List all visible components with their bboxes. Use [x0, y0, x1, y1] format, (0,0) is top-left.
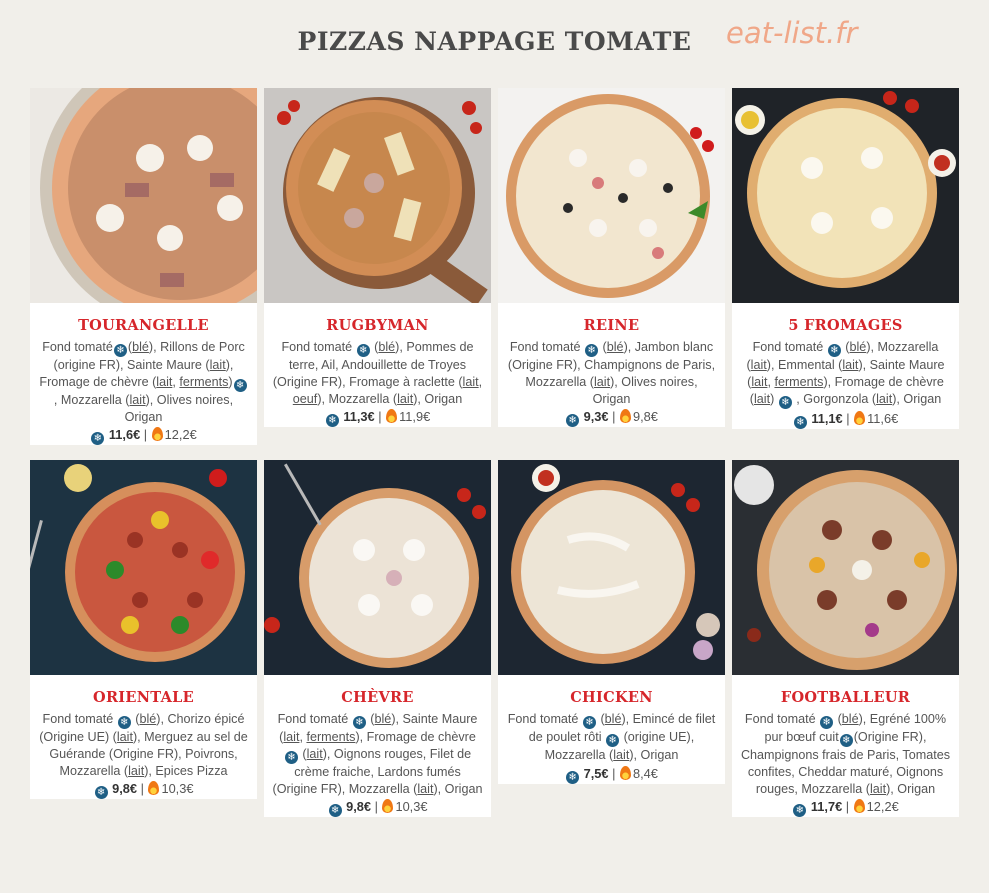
- flame-icon: [620, 765, 631, 780]
- price-hot: 9,8€: [633, 409, 658, 425]
- pizza-card-tourangelle[interactable]: TOURANGELLE Fond tomaté ❄ (blé), Rillons d…: [30, 88, 257, 446]
- pizza-photo: [264, 460, 491, 675]
- pizza-description: Fond tomaté ❄ (blé), Emincé de filet de …: [507, 712, 716, 762]
- snowflake-icon: ❄: [793, 804, 807, 818]
- pizza-photo: [732, 88, 959, 303]
- pizza-photo: [732, 460, 959, 675]
- pizza-photo: [498, 88, 725, 303]
- flame-icon: [854, 410, 866, 425]
- price-frozen: 11,7€: [810, 799, 843, 815]
- pizza-card-reine[interactable]: REINE Fond tomaté ❄ (blé), Jambon blanc …: [498, 88, 725, 428]
- price-hot: 12,2€: [866, 799, 899, 815]
- pizza-photo: [30, 460, 257, 675]
- price-frozen: 9,8€: [112, 781, 137, 797]
- snowflake-icon: ❄: [352, 716, 366, 729]
- price-hot: 10,3€: [161, 781, 194, 797]
- snowflake-icon: ❄: [356, 344, 370, 357]
- price-frozen: 11,6€: [108, 427, 141, 443]
- pizza-description: Fond tomaté ❄ (blé), Chorizo épicé (Orig…: [39, 712, 248, 778]
- pizza-card-orientale[interactable]: ORIENTALE Fond tomaté ❄ (blé), Chorizo é…: [30, 460, 257, 800]
- pizza-description: Fond tomaté ❄ (blé), Sainte Maure (lait,…: [272, 712, 483, 796]
- pizza-description: Fond tomaté ❄ (blé), Egréné 100% pur bœu…: [740, 712, 951, 796]
- pizza-prices: ❄ 11,1€ | 11,6€: [740, 410, 951, 429]
- snowflake-icon: ❄: [585, 344, 599, 357]
- snowflake-icon: ❄: [827, 344, 841, 357]
- price-frozen: 9,3€: [583, 409, 609, 425]
- flame-icon: [853, 799, 865, 814]
- snowflake-icon: ❄: [606, 734, 620, 747]
- price-hot: 11,9€: [399, 409, 431, 425]
- flame-icon: [382, 799, 394, 814]
- snowflake-icon: ❄: [566, 770, 580, 784]
- pizza-name: ORIENTALE: [93, 689, 194, 706]
- price-hot: 12,2€: [164, 427, 197, 443]
- snowflake-icon: ❄: [94, 786, 108, 800]
- pizza-name: CHICKEN: [570, 689, 653, 706]
- pizza-prices: ❄ 9,8€ | 10,3€: [38, 780, 249, 800]
- pizza-name: 5 FROMAGES: [788, 317, 903, 334]
- snowflake-icon: ❄: [566, 414, 580, 428]
- pizza-name: RUGBYMAN: [326, 317, 429, 334]
- pizza-name: REINE: [583, 317, 640, 334]
- snowflake-icon: ❄: [839, 734, 853, 747]
- price-frozen: 9,8€: [346, 799, 371, 815]
- snowflake-icon: ❄: [325, 414, 339, 428]
- pizza-card-5-fromages[interactable]: 5 FROMAGES Fond tomaté ❄ (blé), Mozzarel…: [732, 88, 959, 429]
- snowflake-icon: ❄: [284, 750, 298, 764]
- pizza-prices: ❄ 9,3€ | 9,8€: [506, 408, 717, 428]
- pizza-card-footballeur[interactable]: FOOTBALLEUR Fond tomaté ❄ (blé), Egréné …: [732, 460, 959, 818]
- snowflake-icon: ❄: [778, 395, 792, 409]
- snowflake-icon: ❄: [113, 344, 127, 357]
- flame-icon: [620, 409, 631, 424]
- watermark: eat-list.fr: [726, 16, 858, 50]
- flame-icon: [151, 427, 163, 442]
- price-frozen: 11,3€: [343, 409, 375, 425]
- snowflake-icon: ❄: [328, 804, 342, 818]
- pizza-photo: [30, 88, 257, 303]
- pizza-card-chicken[interactable]: CHICKEN Fond tomaté ❄ (blé), Emincé de f…: [498, 460, 725, 784]
- price-frozen: 7,5€: [583, 765, 609, 781]
- pizza-card-rugbyman[interactable]: RUGBYMAN Fond tomaté ❄ (blé), Pommes de …: [264, 88, 491, 428]
- pizza-description: Fond tomaté ❄ (blé), Mozzarella (lait), …: [746, 340, 945, 409]
- snowflake-icon: ❄: [793, 415, 807, 429]
- price-frozen: 11,1€: [811, 410, 843, 426]
- pizza-name: TOURANGELLE: [78, 317, 209, 334]
- pizza-description: Fond tomaté ❄ (blé), Jambon blanc (Origi…: [507, 340, 716, 406]
- snowflake-icon: ❄: [91, 432, 105, 446]
- pizza-description: Fond tomaté ❄ (blé), Pommes de terre, Ai…: [272, 340, 483, 406]
- flame-icon: [148, 781, 160, 796]
- snowflake-icon: ❄: [820, 716, 834, 729]
- snowflake-icon: ❄: [117, 716, 131, 729]
- pizza-prices: ❄ 9,8€ | 10,3€: [272, 798, 483, 818]
- pizza-photo: [498, 460, 725, 675]
- pizza-name: FOOTBALLEUR: [780, 689, 911, 706]
- pizza-photo: [264, 88, 491, 303]
- flame-icon: [386, 409, 398, 424]
- pizza-prices: ❄ 11,7€ | 12,2€: [740, 798, 951, 818]
- pizza-name: CHÈVRE: [341, 689, 414, 706]
- snowflake-icon: ❄: [233, 378, 247, 392]
- price-hot: 11,6€: [867, 410, 899, 426]
- pizza-prices: ❄ 11,6€ | 12,2€: [38, 426, 249, 446]
- price-hot: 8,4€: [633, 765, 658, 781]
- pizza-prices: ❄ 7,5€ | 8,4€: [506, 765, 717, 784]
- snowflake-icon: ❄: [582, 716, 596, 729]
- price-hot: 10,3€: [395, 799, 428, 815]
- pizza-prices: ❄ 11,3€ | 11,9€: [272, 408, 483, 428]
- pizza-description: Fond tomaté ❄ (blé), Rillons de Porc (orig…: [39, 340, 247, 424]
- pizza-card-chevre[interactable]: CHÈVRE Fond tomaté ❄ (blé), Sainte Maure…: [264, 460, 491, 818]
